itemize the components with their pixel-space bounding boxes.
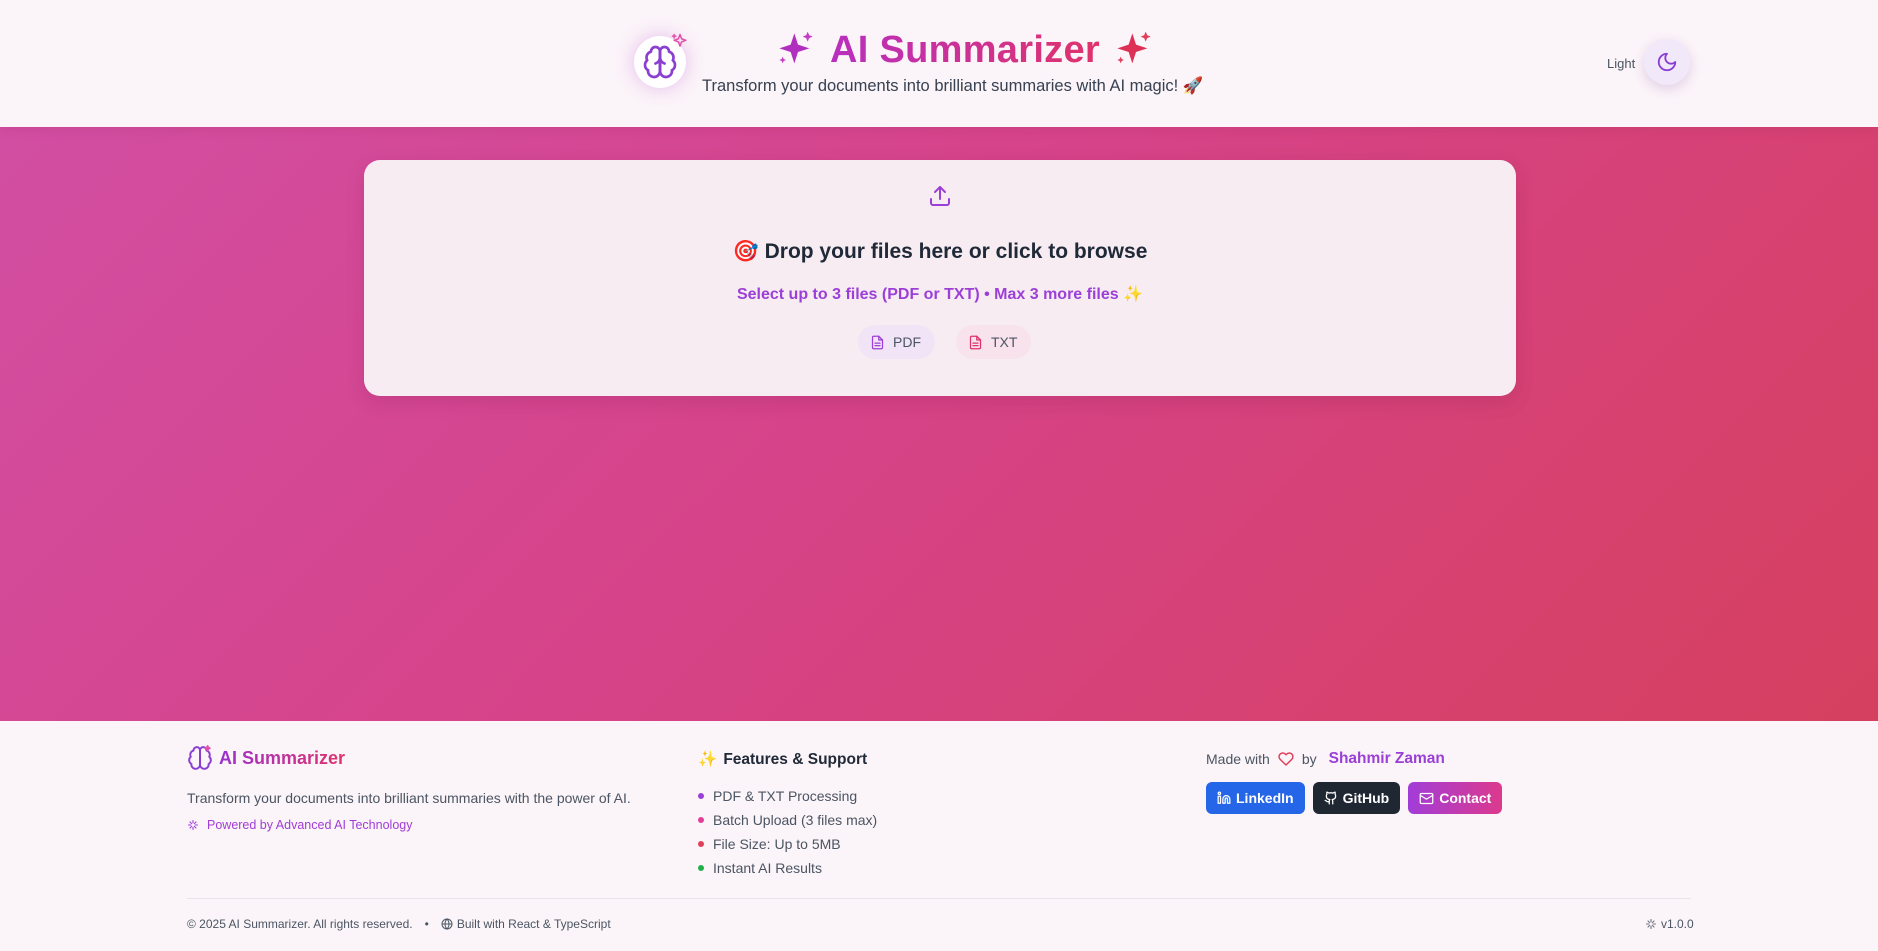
made-with: Made with by Shahmir Zaman xyxy=(1206,750,1445,768)
footer-description: Transform your documents into brilliant … xyxy=(187,790,631,806)
file-text-icon xyxy=(969,335,982,349)
built-with: Built with React & TypeScript xyxy=(441,917,611,931)
app-footer: AI Summarizer Transform your documents i… xyxy=(0,721,1878,951)
file-dropzone[interactable]: 🎯 Drop your files here or click to brows… xyxy=(364,160,1516,396)
sparkles-icon xyxy=(1117,31,1151,64)
list-item: Batch Upload (3 files max) xyxy=(698,808,877,832)
bullet-dot xyxy=(698,841,704,847)
mail-icon xyxy=(1419,792,1434,804)
dropzone-title: 🎯 Drop your files here or click to brows… xyxy=(732,240,1148,263)
powered-by-label: Powered by Advanced AI Technology xyxy=(207,818,413,832)
brain-icon xyxy=(188,745,212,770)
theme-label: Light xyxy=(1607,56,1636,71)
pdf-chip: PDF xyxy=(858,325,935,359)
version: v1.0.0 xyxy=(1645,917,1694,931)
sparkles-icon xyxy=(671,33,687,47)
bullet-dot xyxy=(698,865,704,871)
app-subtitle: Transform your documents into brilliant … xyxy=(702,77,1204,95)
bullet-dot xyxy=(698,817,704,823)
txt-chip-label: TXT xyxy=(991,334,1018,350)
linkedin-button[interactable]: LinkedIn xyxy=(1206,782,1305,814)
github-label: GitHub xyxy=(1342,790,1390,806)
github-icon xyxy=(1324,791,1336,805)
feature-label: Instant AI Results xyxy=(713,860,822,876)
built-with-label: Built with React & TypeScript xyxy=(456,917,611,931)
github-button[interactable]: GitHub xyxy=(1312,782,1401,814)
file-text-icon xyxy=(871,335,884,349)
sparkles-icon xyxy=(187,819,199,831)
sparkles-icon xyxy=(1645,918,1657,930)
linkedin-label: LinkedIn xyxy=(1236,790,1294,806)
footer-brand-name: AI Summarizer xyxy=(219,747,346,768)
separator-dot: • xyxy=(424,917,429,931)
txt-chip: TXT xyxy=(956,325,1032,359)
contact-button[interactable]: Contact xyxy=(1408,782,1503,814)
bullet-dot xyxy=(698,793,704,799)
theme-toggle-button[interactable] xyxy=(1644,39,1690,85)
footer-bottom: © 2025 AI Summarizer. All rights reserve… xyxy=(187,917,611,931)
contact-label: Contact xyxy=(1439,790,1492,806)
by-label: by xyxy=(1301,751,1317,767)
footer-brand: AI Summarizer xyxy=(187,745,345,771)
app-title: AI Summarizer xyxy=(830,28,1100,71)
heart-icon xyxy=(1278,752,1294,766)
features-title: ✨ Features & Support xyxy=(698,750,867,769)
feature-label: Batch Upload (3 files max) xyxy=(713,812,878,828)
sparkles-icon xyxy=(779,31,813,64)
linkedin-icon xyxy=(1217,791,1231,804)
copyright: © 2025 AI Summarizer. All rights reserve… xyxy=(187,917,413,931)
powered-by: Powered by Advanced AI Technology xyxy=(187,818,412,832)
upload-icon xyxy=(930,186,950,206)
author-link[interactable]: Shahmir Zaman xyxy=(1329,750,1445,768)
sparkles-emoji-icon: ✨ xyxy=(698,751,718,768)
globe-icon xyxy=(441,918,453,930)
features-list: PDF & TXT Processing Batch Upload (3 fil… xyxy=(698,784,877,880)
main-area: 🎯 Drop your files here or click to brows… xyxy=(0,127,1878,721)
moon-icon xyxy=(1657,52,1677,72)
footer-divider xyxy=(187,898,1691,899)
page-title: AI Summarizer xyxy=(776,28,1154,72)
feature-label: File Size: Up to 5MB xyxy=(713,836,841,852)
made-with-label: Made with xyxy=(1206,751,1270,767)
social-buttons: LinkedIn GitHub Contact xyxy=(1206,782,1503,814)
pdf-chip-label: PDF xyxy=(893,334,921,350)
dropzone-subtitle: Select up to 3 files (PDF or TXT) • Max … xyxy=(736,286,1144,303)
version-label: v1.0.0 xyxy=(1661,917,1694,931)
feature-label: PDF & TXT Processing xyxy=(713,788,858,804)
list-item: File Size: Up to 5MB xyxy=(698,832,877,856)
app-header: AI Summarizer Transform your documents i… xyxy=(0,0,1878,127)
features-title-label: Features & Support xyxy=(723,750,868,768)
list-item: PDF & TXT Processing xyxy=(698,784,877,808)
list-item: Instant AI Results xyxy=(698,856,877,880)
